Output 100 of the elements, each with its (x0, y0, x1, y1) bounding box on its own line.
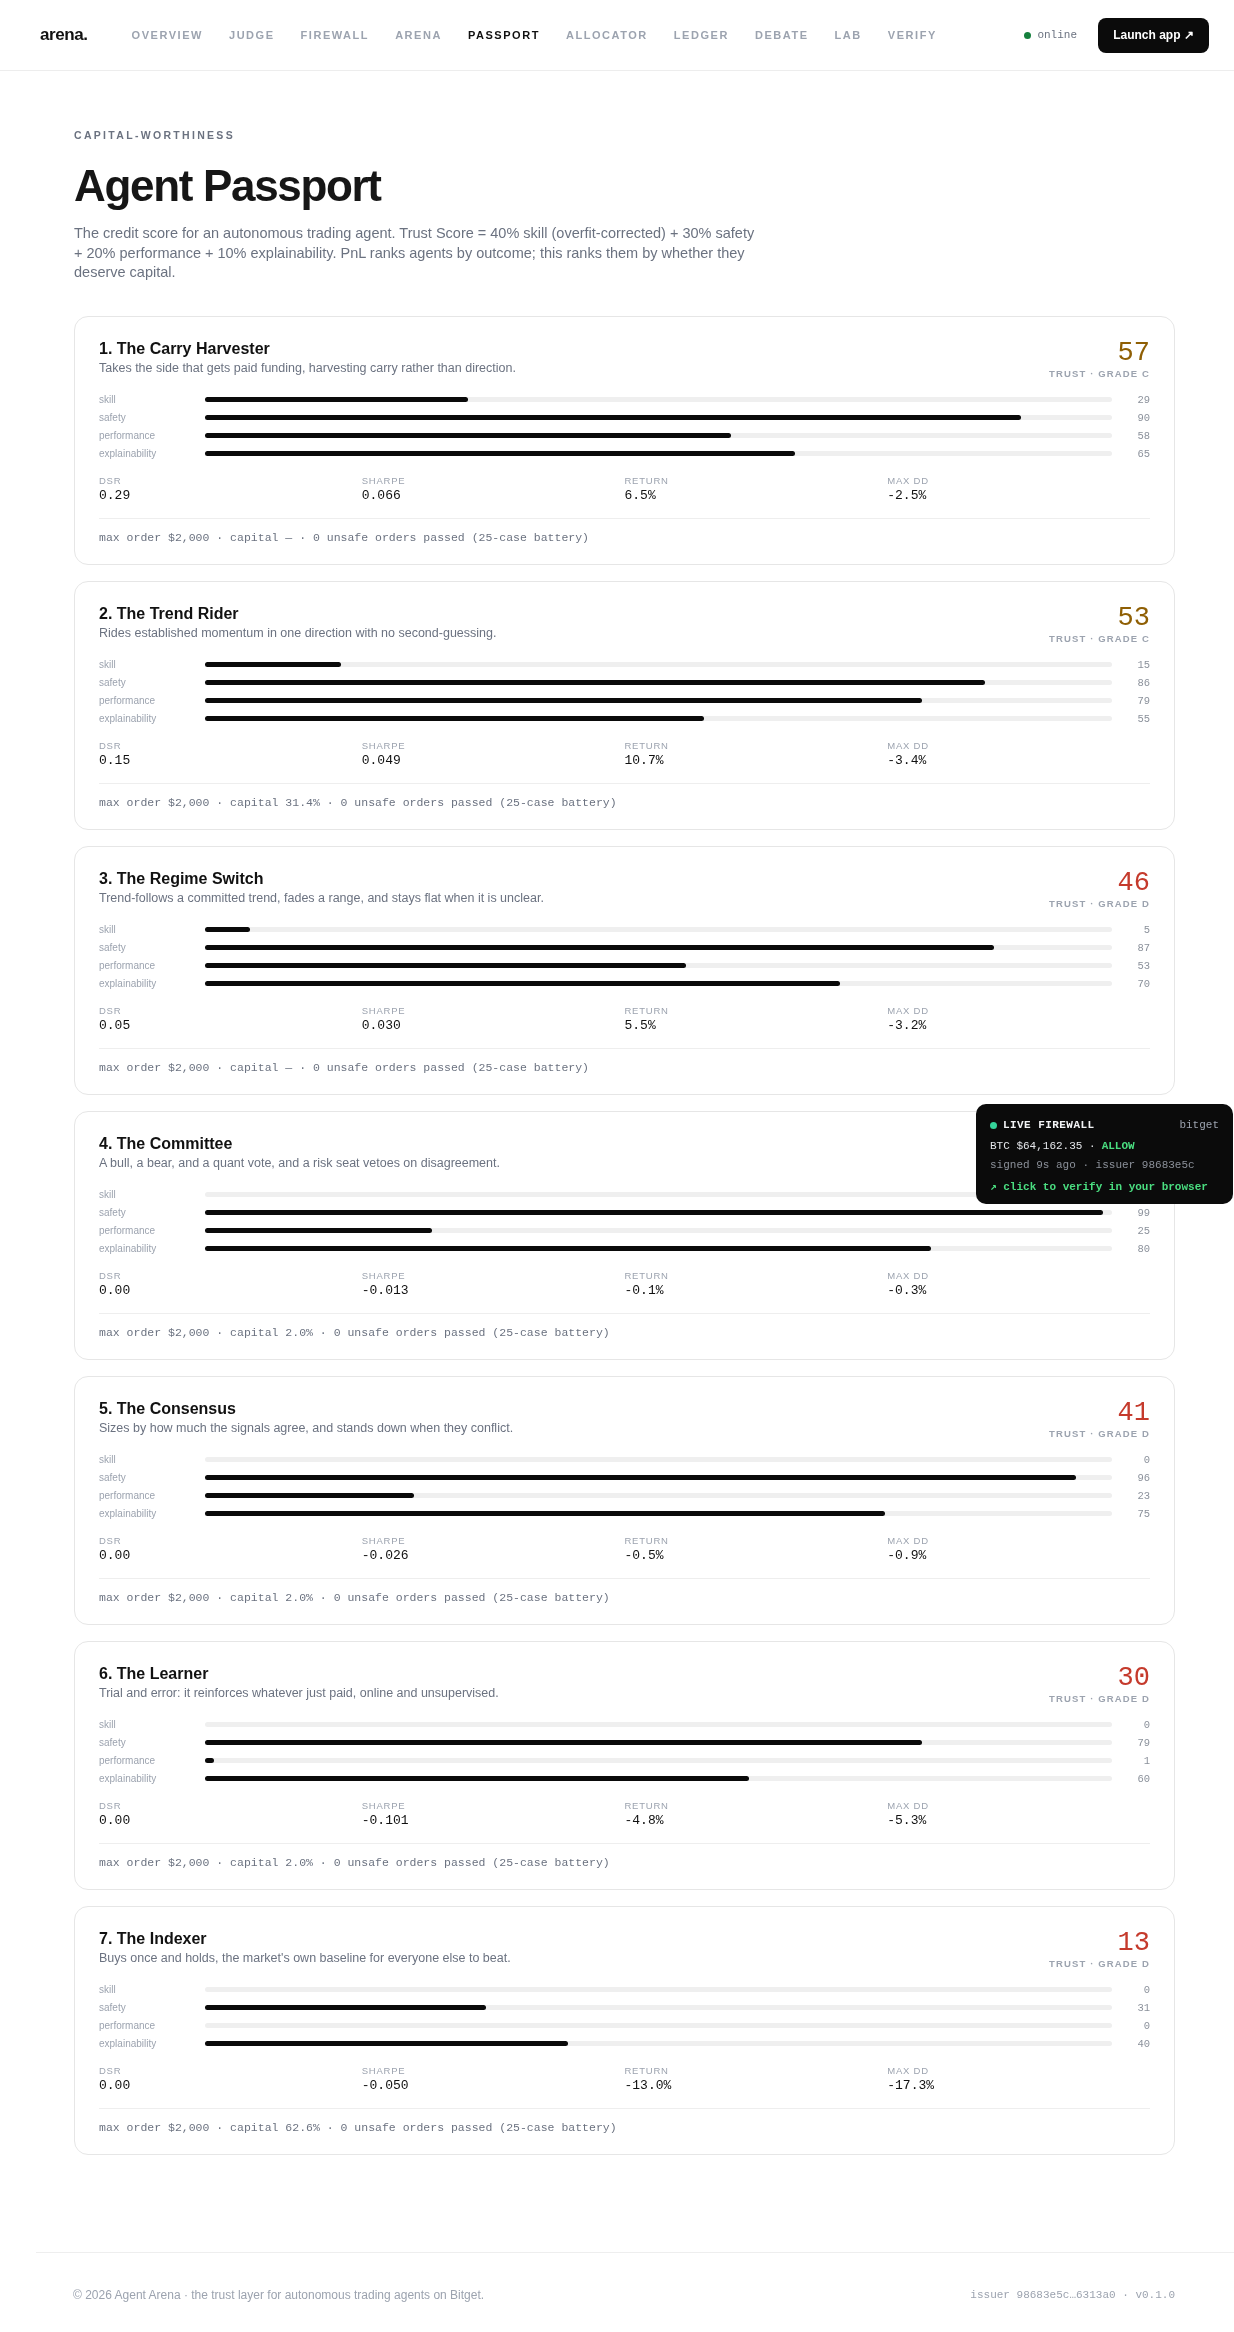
score-label: skill (99, 1188, 117, 1201)
stat-value: -13.0% (624, 2076, 673, 2095)
stat-value: -0.5% (624, 1546, 665, 1565)
stat-label: DSR (99, 1269, 123, 1282)
stat-value: -0.9% (887, 1546, 928, 1565)
score-label: explainability (99, 1772, 158, 1785)
score-value: 1 (1142, 1754, 1150, 1767)
score-label: explainability (99, 712, 158, 725)
nav-link[interactable]: PASSPORT (467, 26, 540, 44)
stat-value: 0.00 (99, 1546, 132, 1565)
stat-value: -4.8% (624, 1811, 665, 1830)
stat-label: RETURN (624, 2064, 670, 2077)
stat-value: 0.05 (99, 1016, 132, 1035)
stat-label: DSR (99, 2064, 123, 2077)
grade-label: TRUST · GRADE D (1049, 896, 1150, 911)
stat-label: MAX DD (887, 474, 930, 487)
stat-label: SHARPE (361, 1799, 407, 1812)
exchange-label: bitget (1179, 1117, 1219, 1133)
trust-score: 30 (1117, 1663, 1150, 1692)
score-value: 5 (1142, 923, 1150, 936)
stat-label: RETURN (624, 1534, 670, 1547)
limits-text: max order $2,000 · capital 2.0% · 0 unsafe orders passed (25-case battery) (99, 1589, 611, 1605)
nav-link[interactable]: ARENA (395, 26, 442, 44)
verdict-label: ALLOW (1101, 1138, 1135, 1154)
stat-label: SHARPE (361, 1269, 407, 1282)
limits-text: max order $2,000 · capital 62.6% · 0 unsafe orders passed (25-case battery) (99, 2119, 618, 2135)
score-label: skill (99, 658, 117, 671)
agent-title: 6. The Learner (99, 1663, 210, 1684)
score-value: 58 (1136, 429, 1150, 442)
stat-value: -0.050 (361, 2076, 410, 2095)
signature-text: signed 9s ago · issuer 98683e5c (990, 1158, 1195, 1174)
limits-text: max order $2,000 · capital — · 0 unsafe orders passed (25-case battery) (99, 529, 590, 545)
nav-link[interactable]: LAB (834, 26, 862, 44)
score-value: 60 (1136, 1772, 1150, 1785)
trust-score: 46 (1117, 868, 1150, 897)
grade-label: TRUST · GRADE D (1049, 1691, 1150, 1706)
limits-text: max order $2,000 · capital 31.4% · 0 unsafe orders passed (25-case battery) (99, 794, 618, 810)
score-label: safety (99, 411, 127, 424)
agent-description: Takes the side that gets paid funding, harvesting carry rather than direction. (99, 359, 516, 377)
trust-score: 41 (1117, 1398, 1150, 1427)
stat-value: -3.4% (887, 751, 928, 770)
score-value: 86 (1136, 676, 1150, 689)
stat-value: -0.101 (361, 1811, 410, 1830)
nav-link[interactable]: VERIFY (887, 26, 937, 44)
stat-value: 0.049 (361, 751, 402, 770)
score-value: 79 (1136, 694, 1150, 707)
score-value: 0 (1142, 1718, 1150, 1731)
agent-title: 1. The Carry Harvester (99, 338, 271, 359)
grade-label: TRUST · GRADE C (1049, 631, 1150, 646)
score-label: skill (99, 1453, 117, 1466)
score-value: 0 (1142, 1453, 1150, 1466)
score-value: 75 (1136, 1507, 1150, 1520)
limits-text: max order $2,000 · capital 2.0% · 0 unsafe orders passed (25-case battery) (99, 1324, 611, 1340)
agent-title: 5. The Consensus (99, 1398, 237, 1419)
stat-value: 6.5% (624, 486, 657, 505)
agent-title: 3. The Regime Switch (99, 868, 265, 889)
nav-link[interactable]: FIREWALL (300, 26, 370, 44)
trust-score: 57 (1117, 338, 1150, 367)
score-label: safety (99, 941, 127, 954)
verify-link[interactable]: ↗ click to verify in your browser (990, 1178, 1208, 1196)
panel-title: LIVE FIREWALL (1003, 1117, 1095, 1133)
agent-description: Rides established momentum in one direction with no second-guessing. (99, 624, 497, 642)
score-label: skill (99, 1718, 117, 1731)
stat-label: DSR (99, 739, 123, 752)
score-value: 96 (1136, 1471, 1150, 1484)
score-value: 53 (1136, 959, 1150, 972)
stat-label: MAX DD (887, 2064, 930, 2077)
logo-text[interactable]: arena. (40, 22, 88, 48)
score-value: 0 (1142, 1983, 1150, 1996)
nav-link[interactable]: LEDGER (673, 26, 729, 44)
stat-value: 0.00 (99, 1811, 132, 1830)
stat-label: RETURN (624, 739, 670, 752)
price-text: BTC $64,162.35 · (990, 1138, 1096, 1154)
nav-link[interactable]: ALLOCATOR (565, 26, 648, 44)
nav-link[interactable]: DEBATE (754, 26, 809, 44)
score-value: 99 (1136, 1206, 1150, 1219)
agent-description: Trial and error: it reinforces whatever just paid, online and unsupervised. (99, 1684, 499, 1702)
page-description: The credit score for an autonomous trading agent. Trust Score = 40% skill (overfit-corrected) + 30% safety + 20% performance + 10% explainability. PnL ranks agents by outcome; this ranks them by whether they deserve capital. (74, 224, 756, 282)
stat-value: -0.1% (624, 1281, 665, 1300)
stat-value: 0.29 (99, 486, 132, 505)
launch-app-button[interactable]: Launch app ↗ (1098, 17, 1209, 53)
stat-value: -17.3% (887, 2076, 936, 2095)
stat-value: -3.2% (887, 1016, 928, 1035)
score-value: 70 (1136, 977, 1150, 990)
agent-title: 2. The Trend Rider (99, 603, 240, 624)
trust-score: 53 (1117, 603, 1150, 632)
stat-label: RETURN (624, 1799, 670, 1812)
nav-link[interactable]: JUDGE (228, 26, 275, 44)
score-label: safety (99, 1736, 127, 1749)
score-value: 87 (1136, 941, 1150, 954)
stat-label: MAX DD (887, 1269, 930, 1282)
score-value: 90 (1136, 411, 1150, 424)
score-value: 15 (1136, 658, 1150, 671)
stat-value: 0.030 (361, 1016, 402, 1035)
score-label: explainability (99, 1507, 158, 1520)
firewall-toast[interactable]: LIVE FIREWALL bitget BTC $64,162.35 · ALLOW signed 9s ago · issuer 98683e5c ↗ click to verify in your browser (976, 1104, 1233, 1204)
stat-label: DSR (99, 1799, 123, 1812)
nav-link[interactable]: OVERVIEW (131, 26, 203, 44)
stat-value: 0.00 (99, 1281, 132, 1300)
score-label: explainability (99, 977, 158, 990)
